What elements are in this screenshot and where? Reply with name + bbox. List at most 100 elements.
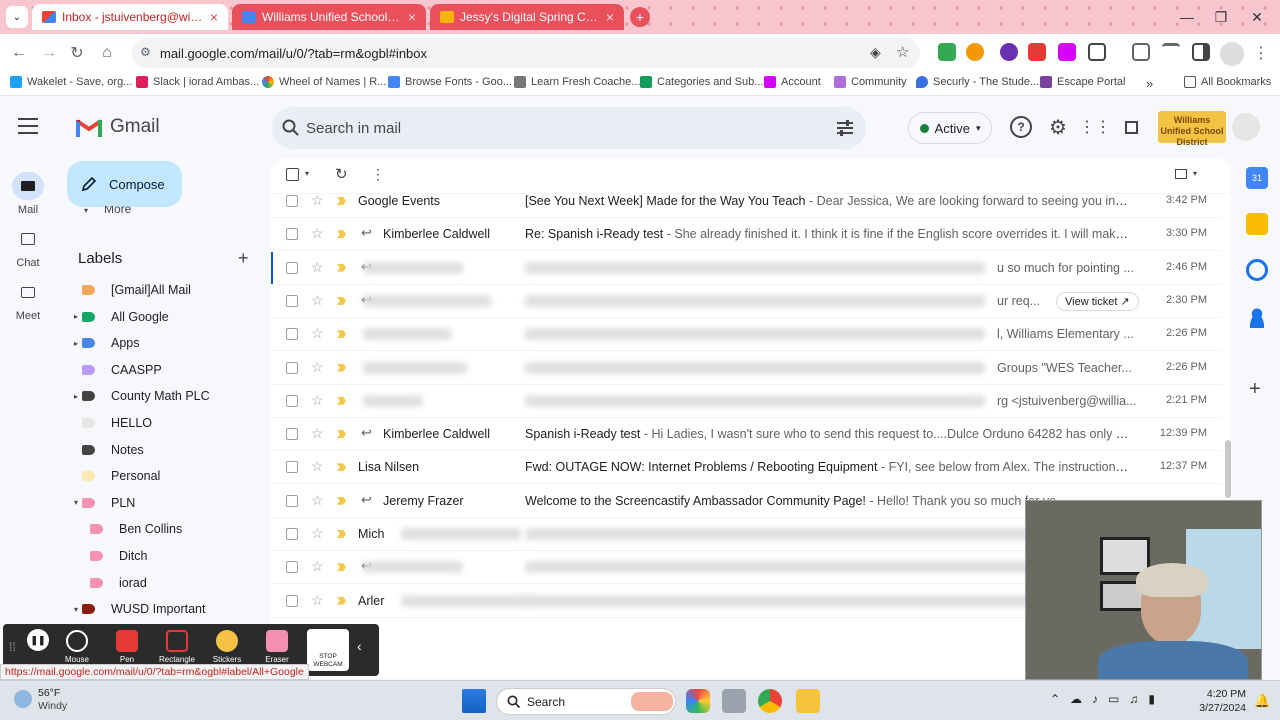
settings-gear-icon[interactable]: ⚙	[1047, 116, 1069, 139]
home-button[interactable]: ⌂	[94, 40, 120, 66]
star-icon[interactable]: ☆	[311, 492, 324, 509]
bookmark-item[interactable]: Escape Portal	[1040, 76, 1125, 88]
email-row[interactable]: ☆ rg <jstuivenberg@willia... 2:21 PM	[271, 385, 1221, 418]
clock[interactable]: 4:20 PM 3/27/2024	[1198, 687, 1246, 715]
account-avatar[interactable]	[1232, 113, 1260, 141]
gmail-logo[interactable]: Gmail	[76, 116, 160, 138]
email-row[interactable]: ☆ Groups "WES Teacher... 2:26 PM	[271, 352, 1221, 385]
forward-button[interactable]: →	[36, 40, 62, 66]
important-marker-icon[interactable]	[337, 363, 346, 372]
important-marker-icon[interactable]	[337, 530, 346, 538]
important-marker-icon[interactable]	[337, 563, 346, 572]
notification-bell-icon[interactable]: 🔔	[1254, 693, 1270, 709]
chrome-app-icon[interactable]	[758, 689, 782, 713]
label-item[interactable]: HELLO	[70, 410, 266, 436]
email-row[interactable]: ☆↩u so much for pointing ...2:46 PM	[271, 251, 1221, 285]
email-row[interactable]: ☆ l, Williams Elementary ... 2:26 PM	[271, 318, 1221, 352]
menu-kebab-icon[interactable]: ⋮	[1248, 40, 1274, 66]
label-item[interactable]: Ditch	[70, 543, 266, 569]
row-checkbox[interactable]	[286, 394, 298, 407]
label-item[interactable]: ▸ County Math PLC	[70, 383, 266, 409]
bookmark-item[interactable]: Wheel of Names | R...	[262, 76, 386, 88]
status-selector[interactable]: Active ▾	[908, 112, 992, 144]
bookmark-star-icon[interactable]: ☆	[896, 43, 909, 61]
windows-start-icon[interactable]	[462, 689, 486, 713]
weather-widget[interactable]: 56°F Windy	[14, 687, 67, 713]
search-options-icon[interactable]	[836, 119, 854, 137]
file-explorer-icon[interactable]	[796, 689, 820, 713]
label-item[interactable]: [Gmail]All Mail	[70, 277, 266, 303]
close-icon[interactable]: ×	[210, 9, 218, 25]
star-icon[interactable]: ☆	[311, 192, 324, 209]
label-item[interactable]: ▾ PLN	[70, 490, 266, 516]
email-row[interactable]: ☆ ↩ Kimberlee Caldwell Re: Spanish i-Ready …	[271, 218, 1221, 252]
apps-grid-icon[interactable]: ⋮⋮	[1079, 116, 1111, 138]
row-checkbox[interactable]	[286, 594, 298, 607]
close-icon[interactable]: ×	[408, 9, 416, 25]
more-link[interactable]: ▾ More	[84, 206, 131, 215]
extension-4-icon[interactable]	[1028, 43, 1046, 61]
email-row[interactable]: ☆↩ur req...View ticket ↗2:30 PM	[271, 285, 1221, 318]
row-checkbox[interactable]	[286, 528, 298, 540]
row-checkbox[interactable]	[286, 328, 298, 341]
help-icon[interactable]: ?	[1010, 116, 1032, 138]
email-row[interactable]: ☆ ↩ Kimberlee Caldwell Spanish i-Ready test…	[271, 418, 1221, 452]
cast-icon[interactable]	[1132, 43, 1150, 61]
contacts-app-icon[interactable]	[1246, 306, 1268, 328]
star-icon[interactable]: ☆	[311, 525, 324, 542]
row-checkbox[interactable]	[286, 261, 298, 274]
email-row[interactable]: ☆ Lisa Nilsen Fwd: OUTAGE NOW: Internet Pr…	[271, 451, 1221, 485]
extension-1-icon[interactable]	[938, 43, 956, 61]
eye-icon[interactable]: ◈	[870, 44, 881, 61]
more-options-icon[interactable]: ⋮	[371, 166, 385, 183]
site-info-icon[interactable]: ⚙	[140, 45, 151, 59]
refresh-icon[interactable]: ↻	[335, 165, 348, 183]
row-checkbox[interactable]	[286, 195, 298, 207]
main-menu-icon[interactable]	[18, 118, 38, 134]
important-marker-icon[interactable]	[337, 496, 346, 505]
compose-button[interactable]: Compose	[67, 161, 182, 207]
view-ticket-chip[interactable]: View ticket ↗	[1056, 291, 1139, 311]
label-caret-icon[interactable]: ▸	[70, 312, 82, 321]
tool-rectangle-button[interactable]: Rectangle	[155, 628, 199, 664]
tab-wusd[interactable]: Williams Unified School District ×	[232, 4, 426, 30]
important-marker-icon[interactable]	[337, 197, 346, 205]
star-icon[interactable]: ☆	[311, 225, 324, 242]
star-icon[interactable]: ☆	[311, 392, 324, 409]
keep-app-icon[interactable]	[1246, 213, 1268, 235]
add-label-button[interactable]: +	[238, 248, 249, 269]
email-row[interactable]: ☆ Google Events [See You Next Week] Made f…	[271, 185, 1221, 218]
important-marker-icon[interactable]	[337, 296, 346, 305]
reload-button[interactable]: ↻	[64, 40, 90, 66]
search-input[interactable]: Search in mail	[272, 107, 866, 149]
calendar-app-icon[interactable]: 31	[1246, 167, 1268, 189]
label-item[interactable]: Ben Collins	[70, 516, 266, 542]
important-marker-icon[interactable]	[337, 463, 346, 472]
tasks-app-icon[interactable]	[1246, 259, 1268, 281]
row-checkbox[interactable]	[286, 561, 298, 574]
star-icon[interactable]: ☆	[311, 325, 324, 342]
tool-mouse-button[interactable]: Mouse	[55, 628, 99, 664]
bookmark-item[interactable]: Slack | iorad Ambas...	[136, 76, 259, 88]
select-all-checkbox[interactable]	[286, 168, 299, 181]
tab-inbox[interactable]: Inbox - jstuivenberg@williams ×	[32, 4, 228, 30]
row-checkbox[interactable]	[286, 361, 298, 374]
star-icon[interactable]: ☆	[311, 359, 324, 376]
bookmark-item[interactable]: Account	[764, 76, 821, 88]
tray-icons[interactable]: ⌃☁♪▭♫▮	[1050, 692, 1165, 706]
close-window-button[interactable]: ✕	[1234, 0, 1280, 34]
star-icon[interactable]: ☆	[311, 259, 324, 276]
stop-webcam-button[interactable]: STOP WEBCAM	[307, 629, 349, 671]
all-bookmarks[interactable]: All Bookmarks	[1184, 76, 1271, 88]
bookmark-item[interactable]: Categories and Sub...	[640, 76, 763, 88]
label-item[interactable]: ▾ WUSD Important	[70, 596, 266, 622]
row-checkbox[interactable]	[286, 461, 298, 474]
tool-stickers-button[interactable]: Stickers	[205, 628, 249, 664]
new-tab-button[interactable]: +	[630, 7, 650, 27]
star-icon[interactable]: ☆	[311, 592, 324, 609]
bookmark-item[interactable]: Learn Fresh Coache...	[514, 76, 640, 88]
rail-meet[interactable]: Meet	[0, 278, 56, 322]
row-checkbox[interactable]	[286, 428, 298, 441]
tool-pen-button[interactable]: Pen	[105, 628, 149, 664]
bookmarks-overflow-icon[interactable]: »	[1146, 76, 1153, 91]
